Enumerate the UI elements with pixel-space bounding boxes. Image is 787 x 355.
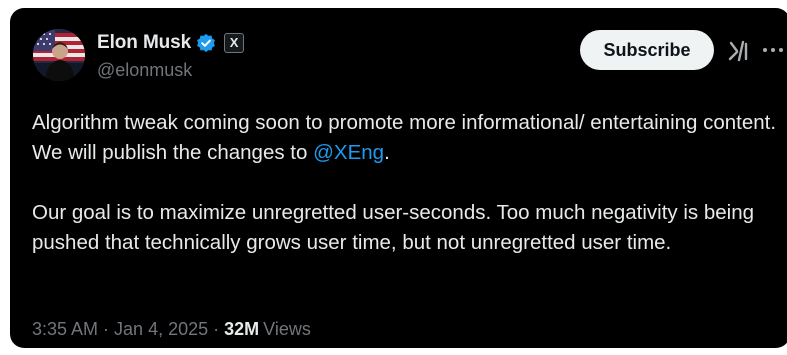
author-name-row: Elon Musk X [97, 31, 245, 55]
separator: · [213, 319, 220, 339]
grok-icon[interactable] [726, 39, 750, 63]
avatar[interactable] [33, 29, 85, 81]
views-count: 32M [224, 319, 260, 339]
tweet-card: Elon Musk X @elonmusk Subscribe Algorith… [10, 8, 787, 348]
display-name[interactable]: Elon Musk [97, 32, 191, 54]
tweet-paragraph-2: Our goal is to maximize unregretted user… [32, 201, 755, 254]
tweet-paragraph-1: Algorithm tweak coming soon to promote m… [32, 108, 782, 168]
tweet-meta: 3:35 AM · Jan 4, 2025 · 32M Views [32, 319, 311, 340]
tweet-paragraph-1-end: . [384, 141, 390, 164]
verified-badge-icon[interactable] [196, 33, 216, 53]
tweet-time[interactable]: 3:35 AM [32, 319, 98, 340]
separator: · [103, 319, 110, 339]
views-label: Views [263, 319, 311, 339]
more-options-icon[interactable] [761, 40, 785, 60]
mention-link[interactable]: @XEng [313, 141, 384, 164]
tweet-paragraph-1-text: Algorithm tweak coming soon to promote m… [32, 111, 777, 164]
x-affiliation-icon[interactable]: X [224, 33, 245, 53]
author-handle[interactable]: @elonmusk [97, 60, 192, 81]
tweet-text: Algorithm tweak coming soon to promote m… [32, 108, 782, 258]
tweet-date[interactable]: Jan 4, 2025 [114, 319, 208, 340]
subscribe-button[interactable]: Subscribe [580, 30, 714, 70]
